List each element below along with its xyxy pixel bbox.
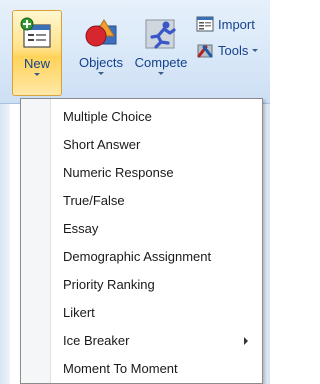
import-button[interactable]: Import bbox=[196, 14, 255, 34]
menu-item-label: True/False bbox=[63, 193, 125, 208]
new-button[interactable]: New bbox=[12, 10, 62, 96]
objects-button-label: Objects bbox=[78, 55, 124, 70]
menu-item-label: Numeric Response bbox=[63, 165, 174, 180]
menu-item-label: Short Answer bbox=[63, 137, 141, 152]
menu-item-ice-breaker[interactable]: Ice Breaker bbox=[21, 327, 262, 355]
compete-button-label: Compete bbox=[134, 55, 188, 70]
menu-item-label: Multiple Choice bbox=[63, 109, 152, 124]
ribbon-left-strip bbox=[0, 104, 10, 384]
objects-dropdown-arrow-icon bbox=[98, 72, 104, 75]
submenu-arrow-icon bbox=[244, 337, 248, 345]
compete-button[interactable]: Compete bbox=[130, 10, 192, 96]
menu-item-true-false[interactable]: True/False bbox=[21, 187, 262, 215]
ribbon-right-strip bbox=[262, 104, 270, 384]
import-button-label: Import bbox=[218, 16, 255, 32]
objects-button[interactable]: Objects bbox=[72, 10, 130, 96]
new-dropdown-arrow-icon bbox=[34, 73, 40, 76]
tools-dropdown-arrow-icon bbox=[252, 48, 259, 52]
menu-item-label: Demographic Assignment bbox=[63, 249, 212, 264]
menu-list: Multiple Choice Short Answer Numeric Res… bbox=[21, 103, 262, 383]
new-button-label: New bbox=[23, 56, 50, 71]
compete-runner-icon bbox=[144, 16, 178, 50]
compete-dropdown-arrow-icon bbox=[158, 72, 164, 75]
menu-item-label: Ice Breaker bbox=[63, 333, 130, 348]
objects-icon bbox=[84, 16, 118, 50]
menu-item-short-answer[interactable]: Short Answer bbox=[21, 131, 262, 159]
menu-item-label: Essay bbox=[63, 221, 99, 236]
menu-item-demographic-assignment[interactable]: Demographic Assignment bbox=[21, 243, 262, 271]
menu-item-label: Moment To Moment bbox=[63, 361, 178, 376]
menu-item-multiple-choice[interactable]: Multiple Choice bbox=[21, 103, 262, 131]
menu-item-numeric-response[interactable]: Numeric Response bbox=[21, 159, 262, 187]
tools-button[interactable]: Tools bbox=[196, 40, 259, 60]
menu-item-priority-ranking[interactable]: Priority Ranking bbox=[21, 271, 262, 299]
import-icon bbox=[196, 16, 214, 32]
menu-item-label: Likert bbox=[63, 305, 95, 320]
new-dropdown-menu: Multiple Choice Short Answer Numeric Res… bbox=[20, 98, 263, 384]
menu-item-moment-to-moment[interactable]: Moment To Moment bbox=[21, 355, 262, 383]
menu-item-likert[interactable]: Likert bbox=[21, 299, 262, 327]
menu-item-essay[interactable]: Essay bbox=[21, 215, 262, 243]
menu-item-label: Priority Ranking bbox=[63, 277, 155, 292]
tools-button-label: Tools bbox=[218, 42, 249, 58]
tools-icon bbox=[196, 42, 214, 58]
new-slide-icon bbox=[20, 17, 54, 51]
